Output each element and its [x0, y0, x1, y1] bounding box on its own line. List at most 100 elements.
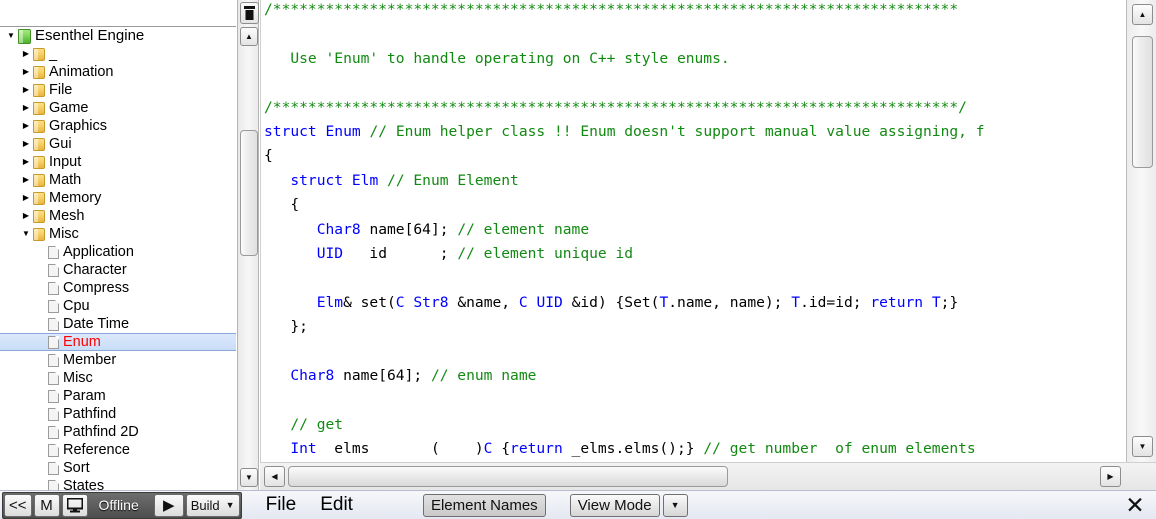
- tree-item-memory[interactable]: ▶ Memory: [0, 189, 236, 207]
- code-line: {: [264, 144, 985, 168]
- code-hscroll-thumb[interactable]: [288, 466, 728, 487]
- tree-item-label: States: [63, 478, 105, 490]
- chevron-right-icon[interactable]: ▶: [19, 117, 33, 135]
- tree-scroll-down-button[interactable]: ▼: [240, 468, 258, 487]
- code-vertical-scrollbar[interactable]: ▲ ▼: [1126, 0, 1156, 462]
- code-token: &id) {Set(: [562, 293, 660, 311]
- code-token: {: [492, 440, 511, 458]
- chevron-right-icon[interactable]: ▶: [19, 45, 33, 63]
- tree-item-reference[interactable]: ▶ Reference: [0, 441, 236, 459]
- triangle-down-icon: ▼: [1138, 442, 1147, 451]
- tree-item--[interactable]: ▶ _: [0, 45, 236, 63]
- chevron-right-icon[interactable]: ▶: [19, 189, 33, 207]
- code-token: id ;: [343, 245, 458, 263]
- file-icon: [48, 263, 59, 277]
- tree-item-cpu[interactable]: ▶ Cpu: [0, 297, 236, 315]
- chevron-right-icon[interactable]: ▶: [19, 135, 33, 153]
- tree-item-param[interactable]: ▶ Param: [0, 387, 236, 405]
- file-icon: [48, 317, 59, 331]
- element-names-button[interactable]: Element Names: [422, 493, 546, 517]
- run-button[interactable]: ▶: [153, 493, 184, 517]
- tree-arrow-spacer: ▶: [34, 477, 48, 490]
- folder-icon: [33, 227, 45, 241]
- code-scroll-up-button[interactable]: ▲: [1132, 4, 1153, 25]
- chevron-right-icon[interactable]: ▶: [19, 207, 33, 225]
- tree-item-game[interactable]: ▶ Game: [0, 99, 236, 117]
- build-dropdown-button[interactable]: Build ▼: [185, 493, 240, 517]
- tree-item-character[interactable]: ▶ Character: [0, 261, 236, 279]
- code-token: name[64];: [334, 367, 431, 385]
- close-button[interactable]: ✕: [1124, 493, 1146, 516]
- tree-item-sort[interactable]: ▶ Sort: [0, 459, 236, 477]
- code-horizontal-scrollbar[interactable]: ◀ ▶: [260, 462, 1156, 490]
- chevron-down-icon[interactable]: ▼: [4, 27, 18, 45]
- code-vscroll-thumb[interactable]: [1132, 36, 1153, 168]
- tree-scroll-area[interactable]: ▼ Esenthel Engine ▶ _ ▶ Animation ▶ File ▶ Game ▶ G…: [0, 27, 236, 490]
- tree-item-states[interactable]: ▶ States: [0, 477, 236, 490]
- tree-item-label: _: [49, 46, 58, 62]
- tree-scroll-thumb[interactable]: [240, 130, 258, 256]
- code-scroll-down-button[interactable]: ▼: [1132, 436, 1153, 457]
- tree-item-input[interactable]: ▶ Input: [0, 153, 236, 171]
- monitor-button[interactable]: [61, 493, 88, 517]
- chevron-right-icon[interactable]: ▶: [19, 99, 33, 117]
- code-text-area[interactable]: /***************************************…: [260, 0, 1126, 462]
- tree-vertical-scrollbar[interactable]: ▲ ▼: [237, 0, 259, 490]
- connection-status-label: Offline: [98, 497, 139, 513]
- m-button[interactable]: M: [33, 493, 60, 517]
- tree-item-date-time[interactable]: ▶ Date Time: [0, 315, 236, 333]
- file-icon: [48, 335, 59, 349]
- chevron-right-icon[interactable]: ▶: [19, 81, 33, 99]
- code-token: C: [518, 293, 528, 311]
- code-token: Enum: [325, 123, 361, 141]
- tree-item-esenthel-engine[interactable]: ▼ Esenthel Engine: [0, 27, 236, 45]
- tree-item-label: Memory: [49, 190, 102, 206]
- code-scroll-left-button[interactable]: ◀: [264, 466, 285, 487]
- code-token: .id=id;: [800, 293, 871, 311]
- tree-item-mesh[interactable]: ▶ Mesh: [0, 207, 236, 225]
- chevron-right-icon[interactable]: ▶: [19, 153, 33, 171]
- tree-item-application[interactable]: ▶ Application: [0, 243, 236, 261]
- collapse-button[interactable]: <<: [4, 493, 32, 517]
- tree-scroll-up-button[interactable]: ▲: [240, 27, 258, 46]
- code-token: &name,: [448, 293, 519, 311]
- folder-icon: [33, 101, 45, 115]
- view-mode-button[interactable]: View Mode: [569, 493, 660, 517]
- view-mode-dropdown-arrow[interactable]: ▼: [662, 493, 688, 517]
- tree-item-file[interactable]: ▶ File: [0, 81, 236, 99]
- tree-item-enum[interactable]: ▶ Enum: [0, 333, 236, 351]
- chevron-right-icon[interactable]: ▶: [19, 63, 33, 81]
- code-token: C: [395, 293, 405, 311]
- tree-arrow-spacer: ▶: [34, 279, 48, 297]
- folder-icon: [33, 47, 45, 61]
- chevron-down-icon[interactable]: ▼: [19, 225, 33, 243]
- tree-item-pathfind[interactable]: ▶ Pathfind: [0, 405, 236, 423]
- tree-item-member[interactable]: ▶ Member: [0, 351, 236, 369]
- code-line: Char8 name[64]; // enum name: [264, 364, 985, 388]
- menu-file[interactable]: File: [254, 494, 309, 516]
- tree-item-pathfind-2d[interactable]: ▶ Pathfind 2D: [0, 423, 236, 441]
- file-icon: [48, 479, 59, 490]
- chevron-right-icon[interactable]: ▶: [19, 171, 33, 189]
- code-token: Char8: [290, 367, 335, 385]
- delete-icon-button[interactable]: [240, 2, 259, 24]
- trash-icon: [244, 6, 255, 20]
- tree-item-misc[interactable]: ▶ Misc: [0, 369, 236, 387]
- code-token: // get: [290, 415, 344, 433]
- code-token: // enum name: [430, 367, 537, 385]
- menu-edit[interactable]: Edit: [308, 494, 365, 516]
- tree-item-gui[interactable]: ▶ Gui: [0, 135, 236, 153]
- code-line: Int elms ( )C {return _elms.elms();} // …: [264, 437, 985, 461]
- tree-item-math[interactable]: ▶ Math: [0, 171, 236, 189]
- tree-item-misc[interactable]: ▼ Misc: [0, 225, 236, 243]
- code-scroll-right-button[interactable]: ▶: [1100, 466, 1121, 487]
- tree-item-animation[interactable]: ▶ Animation: [0, 63, 236, 81]
- tree-item-graphics[interactable]: ▶ Graphics: [0, 117, 236, 135]
- tree-item-label: Input: [49, 154, 82, 170]
- file-icon: [48, 425, 59, 439]
- tree-item-compress[interactable]: ▶ Compress: [0, 279, 236, 297]
- file-icon: [48, 281, 59, 295]
